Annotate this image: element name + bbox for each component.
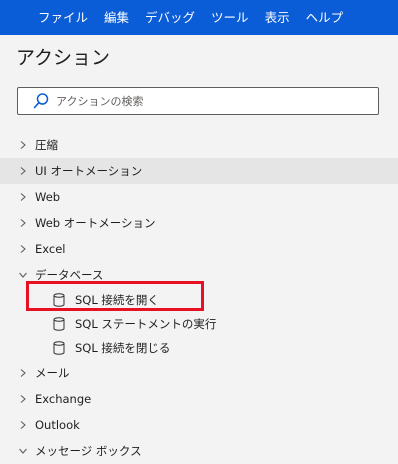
chevron-right-icon[interactable] xyxy=(18,218,28,228)
menu-bar: ファイル 編集 デバッグ ツール 表示 ヘルプ xyxy=(0,0,398,35)
chevron-right-icon[interactable] xyxy=(18,420,28,430)
tree-item-label: Web オートメーション xyxy=(35,216,156,230)
menu-view[interactable]: 表示 xyxy=(257,0,298,35)
database-icon xyxy=(53,317,65,331)
chevron-right-icon[interactable] xyxy=(18,166,28,176)
tree-item-label: Excel xyxy=(35,242,66,256)
menu-edit[interactable]: 編集 xyxy=(96,0,137,35)
tree-item-exchange[interactable]: Exchange xyxy=(0,386,398,412)
tree-item-label: メール xyxy=(35,366,70,380)
menu-help[interactable]: ヘルプ xyxy=(298,0,352,35)
tree-item-label: メッセージ ボックス xyxy=(35,444,142,458)
tree-item-web-automation[interactable]: Web オートメーション xyxy=(0,210,398,236)
database-icon xyxy=(53,341,65,355)
chevron-down-icon[interactable] xyxy=(18,270,28,280)
chevron-right-icon[interactable] xyxy=(18,244,28,254)
action-close-sql-connection[interactable]: SQL 接続を閉じる xyxy=(0,336,398,360)
action-open-sql-connection[interactable]: SQL 接続を開く xyxy=(0,288,398,312)
database-icon xyxy=(53,293,65,307)
chevron-right-icon[interactable] xyxy=(18,368,28,378)
action-execute-sql-statement[interactable]: SQL ステートメントの実行 xyxy=(0,312,398,336)
chevron-right-icon[interactable] xyxy=(18,394,28,404)
menu-tools[interactable]: ツール xyxy=(203,0,257,35)
tree-item-label: UI オートメーション xyxy=(35,164,143,178)
menu-file[interactable]: ファイル xyxy=(30,0,96,35)
chevron-right-icon[interactable] xyxy=(18,140,28,150)
tree-item-label: Exchange xyxy=(35,392,92,406)
chevron-down-icon[interactable] xyxy=(18,446,28,456)
tree-item-ui-automation[interactable]: UI オートメーション xyxy=(0,158,398,184)
tree-item-database[interactable]: データベース xyxy=(0,262,398,288)
tree-item-label: 圧縮 xyxy=(35,138,58,152)
tree-item-excel[interactable]: Excel xyxy=(0,236,398,262)
action-search-input[interactable] xyxy=(56,94,356,108)
action-label: SQL 接続を閉じる xyxy=(75,341,171,355)
tree-item-compression[interactable]: 圧縮 xyxy=(0,132,398,158)
chevron-right-icon[interactable] xyxy=(18,192,28,202)
action-label: SQL 接続を開く xyxy=(75,293,159,307)
tree-item-message-boxes[interactable]: メッセージ ボックス xyxy=(0,438,398,464)
tree-item-mail[interactable]: メール xyxy=(0,360,398,386)
tree-item-web[interactable]: Web xyxy=(0,184,398,210)
menu-debug[interactable]: デバッグ xyxy=(137,0,203,35)
tree-item-outlook[interactable]: Outlook xyxy=(0,412,398,438)
action-search-box[interactable] xyxy=(17,87,379,115)
tree-item-label: Web xyxy=(35,190,61,204)
actions-panel-title: アクション xyxy=(16,47,111,69)
tree-item-label: データベース xyxy=(35,268,104,282)
action-tree: 圧縮 UI オートメーション Web Web オートメーション Excel デー… xyxy=(0,132,398,464)
tree-item-label: Outlook xyxy=(35,418,80,432)
search-icon xyxy=(32,92,50,110)
action-label: SQL ステートメントの実行 xyxy=(75,317,217,331)
